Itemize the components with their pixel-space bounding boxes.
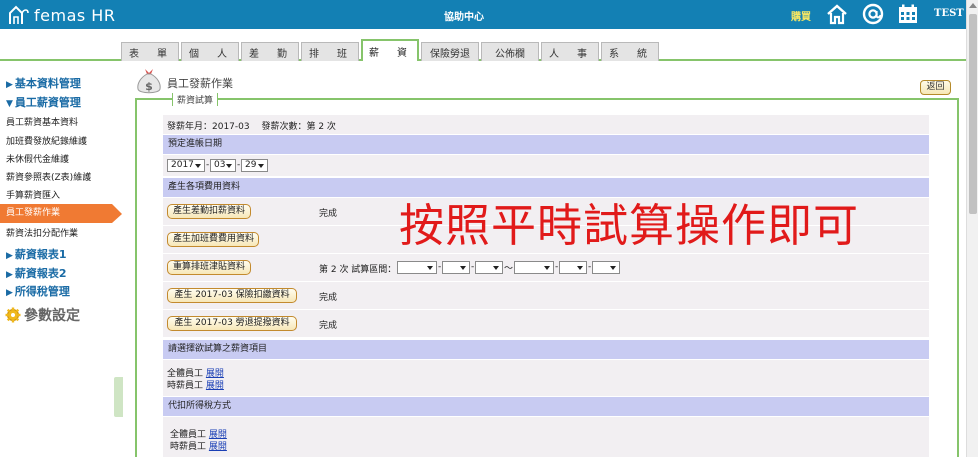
help-center-title[interactable]: 協助中心 (444, 8, 484, 23)
active-item-pointer (112, 204, 122, 223)
shift-period-label: 第 2 次 試算區間： (319, 265, 397, 275)
tax-hourly-employees-expand-link[interactable]: 展開 (209, 442, 227, 452)
recalc-shift-row: 重算排班津貼資料 第 2 次 試算區間： - - ～ - - (163, 254, 929, 281)
home-icon[interactable] (826, 3, 848, 25)
period-end-month-select[interactable] (559, 261, 587, 274)
period-start-day-select[interactable] (475, 261, 503, 274)
period-start-year-select[interactable] (397, 261, 437, 274)
calendar-icon[interactable] (897, 3, 919, 25)
produce-overtime-button[interactable]: 產生加班費費用資料 (167, 232, 259, 247)
vertical-scrollbar[interactable] (966, 0, 978, 457)
sidebar-item-payroll-issuance[interactable]: 員工發薪作業 (0, 204, 112, 223)
tab-payroll[interactable]: 薪 資 (361, 39, 419, 61)
logo-text: femas HR (34, 5, 116, 25)
produce-leave-deduction-button[interactable]: 產生差勤扣薪資料 (167, 204, 251, 219)
module-tab-bar: 表 單 個 人 差 勤 排 班 薪 資 保險勞退 公佈欄 人 事 系 統 (0, 29, 966, 61)
tax-hourly-employees-label: 時薪員工 展開 (170, 442, 227, 452)
sidebar: ▶ 基本資料管理 ▼ 員工薪資管理 員工薪資基本資料 加班費發放紀錄維護 未休假代金… (0, 63, 123, 457)
sidebar-item-salary-reference-table[interactable]: 薪資參照表(Z表)維護 (6, 170, 91, 183)
money-bag-icon: $ (137, 69, 161, 94)
scrollbar-thumb[interactable] (969, 14, 977, 214)
gear-icon (5, 307, 21, 323)
sidebar-item-manual-salary-import[interactable]: 手算薪資匯入 (6, 188, 60, 201)
sidebar-item-unused-leave-pay[interactable]: 未休假代金維護 (6, 152, 69, 165)
produce-pension-button[interactable]: 產生 2017-03 勞退提撥資料 (167, 316, 297, 331)
period-tilde: ～ (504, 264, 514, 274)
femas-logo[interactable]: femas HR (8, 3, 115, 27)
date-year-select[interactable]: 2017 (167, 159, 205, 172)
sidebar-group-basic-data[interactable]: ▶ 基本資料管理 (6, 75, 81, 91)
recalc-shift-allowance-button[interactable]: 重算排班津貼資料 (167, 260, 251, 275)
period-start-month-select[interactable] (442, 261, 470, 274)
scroll-up-icon[interactable] (969, 3, 977, 8)
tab-attendance[interactable]: 差 勤 (241, 42, 299, 61)
scheduled-date-row: 2017 - 03 - 29 (163, 155, 929, 176)
pension-status: 完成 (319, 321, 338, 331)
sidebar-group-income-tax[interactable]: ▶ 所得稅管理 (6, 283, 70, 299)
produce-pension-row: 產生 2017-03 勞退提撥資料 完成 (163, 310, 929, 337)
back-button[interactable]: 返回 (920, 80, 951, 95)
tab-personnel[interactable]: 人 事 (541, 42, 599, 61)
period-end-year-select[interactable] (514, 261, 554, 274)
pay-info-text: 發薪年月：2017-03 發薪次數：第 2 次 (167, 122, 336, 132)
tab-insurance-pension[interactable]: 保險勞退 (421, 42, 479, 61)
buy-link[interactable]: 購買 (791, 8, 811, 23)
hourly-employees-expand-link[interactable]: 展開 (206, 381, 224, 391)
date-day-select[interactable]: 29 (241, 159, 268, 172)
hourly-employees-label: 時薪員工 展開 (167, 381, 224, 391)
section-salary-items: 請選擇欲試算之薪資項目 (163, 340, 929, 359)
top-bar: femas HR 協助中心 購買 TEST (0, 0, 966, 29)
tab-system[interactable]: 系 統 (601, 42, 659, 61)
fieldset-legend: 薪資試算 (172, 93, 219, 106)
logo-house-icon (9, 5, 29, 24)
user-name[interactable]: TEST (934, 8, 964, 19)
tab-bulletin[interactable]: 公佈欄 (481, 42, 539, 61)
tab-scheduling[interactable]: 排 班 (301, 42, 359, 61)
svg-text:$: $ (145, 80, 153, 93)
produce-insurance-button[interactable]: 產生 2017-03 保險扣繳資料 (167, 288, 297, 303)
section-tax-method: 代扣所得稅方式 (163, 397, 929, 416)
sidebar-item-employee-salary-basic[interactable]: 員工薪資基本資料 (6, 115, 78, 128)
sidebar-group-salary-report-1[interactable]: ▶ 薪資報表1 (6, 246, 67, 262)
tax-method-row: 全體員工 展開 時薪員工 展開 (163, 417, 929, 457)
sidebar-item-overtime-records[interactable]: 加班費發放紀錄維護 (6, 134, 87, 147)
at-icon[interactable] (862, 3, 884, 25)
section-scheduled-date: 預定進帳日期 (163, 135, 929, 154)
page-title: 員工發薪作業 (167, 77, 233, 90)
insurance-status: 完成 (319, 293, 338, 303)
pay-info-row: 發薪年月：2017-03 發薪次數：第 2 次 (163, 115, 929, 134)
sidebar-group-employee-payroll[interactable]: ▼ 員工薪資管理 (6, 94, 81, 110)
sidebar-settings[interactable]: 參數設定 (5, 305, 80, 325)
tab-forms[interactable]: 表 單 (121, 42, 179, 61)
main-panel: $ 員工發薪作業 返回 薪資試算 發薪年月：2017-03 發薪次數：第 2 次… (122, 63, 966, 457)
leave-status: 完成 (319, 209, 338, 219)
produce-insurance-row: 產生 2017-03 保險扣繳資料 完成 (163, 282, 929, 309)
date-month-select[interactable]: 03 (210, 159, 236, 172)
period-end-day-select[interactable] (592, 261, 620, 274)
tab-personal[interactable]: 個 人 (181, 42, 239, 61)
sidebar-item-legal-deduction[interactable]: 薪資法扣分配作業 (6, 226, 78, 239)
salary-items-row: 全體員工 展開 時薪員工 展開 (163, 360, 929, 396)
annotation-overlay-text: 按照平時試算操作即可 (399, 199, 860, 252)
sidebar-group-salary-report-2[interactable]: ▶ 薪資報表2 (6, 265, 67, 281)
